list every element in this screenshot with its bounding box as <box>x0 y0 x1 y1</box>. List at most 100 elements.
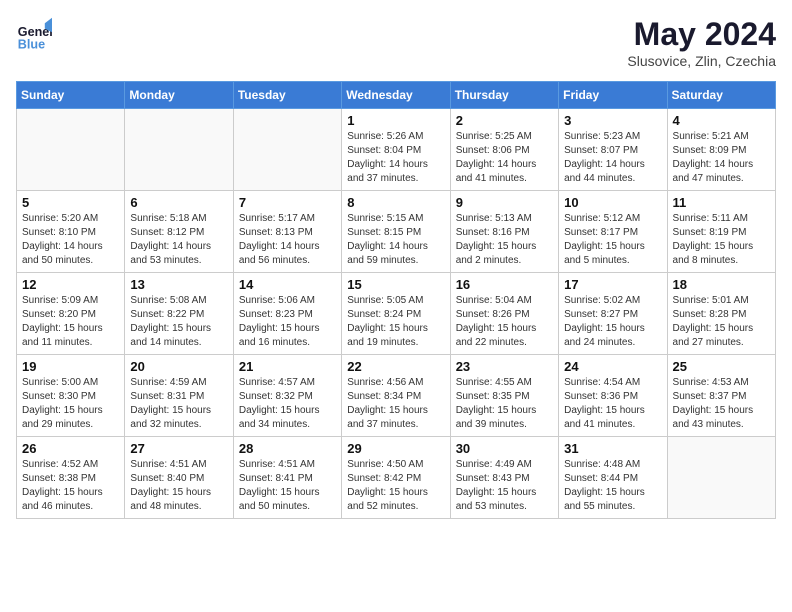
day-details: Sunrise: 5:17 AM Sunset: 8:13 PM Dayligh… <box>239 212 336 268</box>
week-row-1: 1 Sunrise: 5:26 AM Sunset: 8:04 PM Daylig… <box>17 109 776 191</box>
day-number: 15 <box>347 277 444 292</box>
day-number: 26 <box>22 441 119 456</box>
day-number: 24 <box>564 359 661 374</box>
day-details: Sunrise: 4:54 AM Sunset: 8:36 PM Dayligh… <box>564 376 661 432</box>
weekday-header-thursday: Thursday <box>450 82 558 109</box>
calendar-cell: 10 Sunrise: 5:12 AM Sunset: 8:17 PM Dayli… <box>559 191 667 273</box>
day-number: 10 <box>564 195 661 210</box>
day-details: Sunrise: 5:06 AM Sunset: 8:23 PM Dayligh… <box>239 294 336 350</box>
day-number: 13 <box>130 277 227 292</box>
day-details: Sunrise: 5:05 AM Sunset: 8:24 PM Dayligh… <box>347 294 444 350</box>
day-number: 2 <box>456 113 553 128</box>
svg-text:Blue: Blue <box>18 37 45 51</box>
weekday-header-friday: Friday <box>559 82 667 109</box>
weekday-header-sunday: Sunday <box>17 82 125 109</box>
day-details: Sunrise: 4:59 AM Sunset: 8:31 PM Dayligh… <box>130 376 227 432</box>
calendar-cell: 7 Sunrise: 5:17 AM Sunset: 8:13 PM Daylig… <box>233 191 341 273</box>
day-details: Sunrise: 5:02 AM Sunset: 8:27 PM Dayligh… <box>564 294 661 350</box>
day-number: 30 <box>456 441 553 456</box>
calendar-cell: 12 Sunrise: 5:09 AM Sunset: 8:20 PM Dayli… <box>17 273 125 355</box>
day-details: Sunrise: 5:04 AM Sunset: 8:26 PM Dayligh… <box>456 294 553 350</box>
day-details: Sunrise: 4:55 AM Sunset: 8:35 PM Dayligh… <box>456 376 553 432</box>
calendar-cell <box>667 437 775 519</box>
day-number: 17 <box>564 277 661 292</box>
week-row-5: 26Sunrise: 4:52 AM Sunset: 8:38 PM Dayli… <box>17 437 776 519</box>
calendar-cell: 20Sunrise: 4:59 AM Sunset: 8:31 PM Dayli… <box>125 355 233 437</box>
calendar-cell: 8 Sunrise: 5:15 AM Sunset: 8:15 PM Daylig… <box>342 191 450 273</box>
day-number: 16 <box>456 277 553 292</box>
calendar-cell: 6Sunrise: 5:18 AM Sunset: 8:12 PM Daylig… <box>125 191 233 273</box>
calendar-cell: 14 Sunrise: 5:06 AM Sunset: 8:23 PM Dayli… <box>233 273 341 355</box>
day-number: 19 <box>22 359 119 374</box>
day-number: 4 <box>673 113 770 128</box>
day-number: 9 <box>456 195 553 210</box>
day-number: 28 <box>239 441 336 456</box>
calendar-cell: 30 Sunrise: 4:49 AM Sunset: 8:43 PM Dayli… <box>450 437 558 519</box>
day-details: Sunrise: 5:01 AM Sunset: 8:28 PM Dayligh… <box>673 294 770 350</box>
day-number: 31 <box>564 441 661 456</box>
location: Slusovice, Zlin, Czechia <box>627 53 776 69</box>
day-details: Sunrise: 4:57 AM Sunset: 8:32 PM Dayligh… <box>239 376 336 432</box>
day-number: 12 <box>22 277 119 292</box>
calendar-cell: 22Sunrise: 4:56 AM Sunset: 8:34 PM Dayli… <box>342 355 450 437</box>
calendar-cell: 13 Sunrise: 5:08 AM Sunset: 8:22 PM Dayli… <box>125 273 233 355</box>
calendar-cell: 2 Sunrise: 5:25 AM Sunset: 8:06 PM Daylig… <box>450 109 558 191</box>
day-number: 22 <box>347 359 444 374</box>
calendar-cell: 26Sunrise: 4:52 AM Sunset: 8:38 PM Dayli… <box>17 437 125 519</box>
week-row-2: 5 Sunrise: 5:20 AM Sunset: 8:10 PM Daylig… <box>17 191 776 273</box>
day-number: 21 <box>239 359 336 374</box>
calendar-cell: 25 Sunrise: 4:53 AM Sunset: 8:37 PM Dayli… <box>667 355 775 437</box>
calendar-cell: 31Sunrise: 4:48 AM Sunset: 8:44 PM Dayli… <box>559 437 667 519</box>
calendar-cell: 28Sunrise: 4:51 AM Sunset: 8:41 PM Dayli… <box>233 437 341 519</box>
calendar-cell: 18 Sunrise: 5:01 AM Sunset: 8:28 PM Dayli… <box>667 273 775 355</box>
calendar-cell: 9 Sunrise: 5:13 AM Sunset: 8:16 PM Daylig… <box>450 191 558 273</box>
calendar-cell: 23 Sunrise: 4:55 AM Sunset: 8:35 PM Dayli… <box>450 355 558 437</box>
day-details: Sunrise: 5:25 AM Sunset: 8:06 PM Dayligh… <box>456 130 553 186</box>
day-number: 14 <box>239 277 336 292</box>
day-details: Sunrise: 5:08 AM Sunset: 8:22 PM Dayligh… <box>130 294 227 350</box>
page-header: General Blue May 2024 Slusovice, Zlin, C… <box>16 16 776 69</box>
day-number: 29 <box>347 441 444 456</box>
day-number: 1 <box>347 113 444 128</box>
calendar-cell: 15 Sunrise: 5:05 AM Sunset: 8:24 PM Dayli… <box>342 273 450 355</box>
day-details: Sunrise: 4:50 AM Sunset: 8:42 PM Dayligh… <box>347 458 444 514</box>
day-details: Sunrise: 5:13 AM Sunset: 8:16 PM Dayligh… <box>456 212 553 268</box>
weekday-header-saturday: Saturday <box>667 82 775 109</box>
day-number: 23 <box>456 359 553 374</box>
calendar-cell: 24 Sunrise: 4:54 AM Sunset: 8:36 PM Dayli… <box>559 355 667 437</box>
title-block: May 2024 Slusovice, Zlin, Czechia <box>627 16 776 69</box>
week-row-3: 12 Sunrise: 5:09 AM Sunset: 8:20 PM Dayli… <box>17 273 776 355</box>
calendar-cell: 21 Sunrise: 4:57 AM Sunset: 8:32 PM Dayli… <box>233 355 341 437</box>
day-details: Sunrise: 4:49 AM Sunset: 8:43 PM Dayligh… <box>456 458 553 514</box>
day-number: 8 <box>347 195 444 210</box>
calendar-cell: 4Sunrise: 5:21 AM Sunset: 8:09 PM Daylig… <box>667 109 775 191</box>
weekday-header-tuesday: Tuesday <box>233 82 341 109</box>
day-details: Sunrise: 5:00 AM Sunset: 8:30 PM Dayligh… <box>22 376 119 432</box>
day-number: 27 <box>130 441 227 456</box>
calendar-cell: 16 Sunrise: 5:04 AM Sunset: 8:26 PM Dayli… <box>450 273 558 355</box>
calendar-cell: 27 Sunrise: 4:51 AM Sunset: 8:40 PM Dayli… <box>125 437 233 519</box>
calendar-cell: 29 Sunrise: 4:50 AM Sunset: 8:42 PM Dayli… <box>342 437 450 519</box>
day-details: Sunrise: 5:15 AM Sunset: 8:15 PM Dayligh… <box>347 212 444 268</box>
calendar-cell <box>17 109 125 191</box>
day-number: 18 <box>673 277 770 292</box>
logo-icon: General Blue <box>16 16 52 52</box>
day-details: Sunrise: 4:51 AM Sunset: 8:40 PM Dayligh… <box>130 458 227 514</box>
day-number: 5 <box>22 195 119 210</box>
weekday-header-monday: Monday <box>125 82 233 109</box>
day-number: 7 <box>239 195 336 210</box>
day-details: Sunrise: 5:23 AM Sunset: 8:07 PM Dayligh… <box>564 130 661 186</box>
calendar-cell: 19 Sunrise: 5:00 AM Sunset: 8:30 PM Dayli… <box>17 355 125 437</box>
day-details: Sunrise: 4:53 AM Sunset: 8:37 PM Dayligh… <box>673 376 770 432</box>
day-details: Sunrise: 5:12 AM Sunset: 8:17 PM Dayligh… <box>564 212 661 268</box>
month-title: May 2024 <box>627 16 776 53</box>
day-details: Sunrise: 5:20 AM Sunset: 8:10 PM Dayligh… <box>22 212 119 268</box>
day-details: Sunrise: 5:11 AM Sunset: 8:19 PM Dayligh… <box>673 212 770 268</box>
day-details: Sunrise: 5:26 AM Sunset: 8:04 PM Dayligh… <box>347 130 444 186</box>
day-details: Sunrise: 5:18 AM Sunset: 8:12 PM Dayligh… <box>130 212 227 268</box>
week-row-4: 19 Sunrise: 5:00 AM Sunset: 8:30 PM Dayli… <box>17 355 776 437</box>
logo: General Blue <box>16 16 52 52</box>
day-number: 25 <box>673 359 770 374</box>
day-details: Sunrise: 5:09 AM Sunset: 8:20 PM Dayligh… <box>22 294 119 350</box>
day-number: 3 <box>564 113 661 128</box>
